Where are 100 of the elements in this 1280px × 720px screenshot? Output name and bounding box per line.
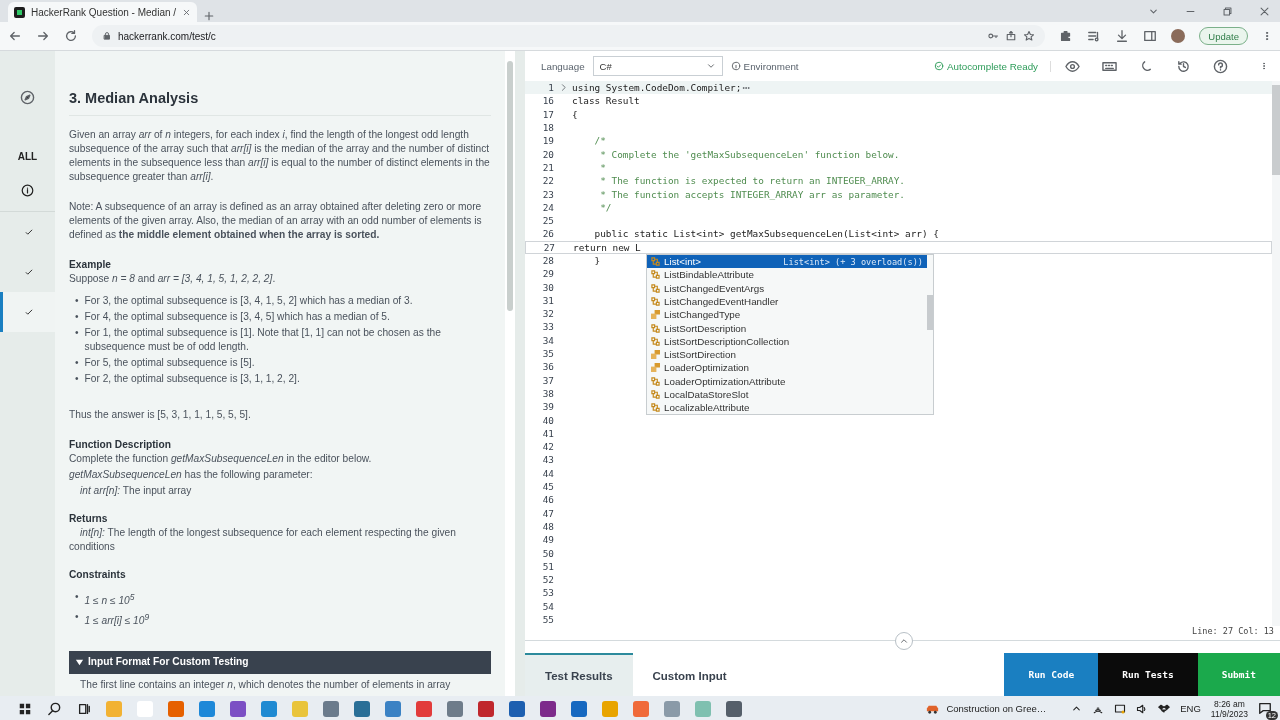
app-icon[interactable]	[726, 700, 742, 717]
app-icon[interactable]	[323, 700, 339, 717]
app-icon[interactable]	[385, 700, 401, 717]
all-questions-link[interactable]: ALL	[0, 137, 55, 176]
back-icon[interactable]	[8, 29, 22, 43]
line-number: 54	[541, 600, 554, 612]
bullet-marker: •	[75, 590, 79, 604]
app-icon[interactable]	[509, 700, 525, 717]
line-number: 20	[541, 148, 554, 160]
language-indicator[interactable]: ENG	[1180, 703, 1201, 714]
run-code-button[interactable]: Run Code	[1004, 653, 1099, 696]
sidebar-icon[interactable]	[1143, 29, 1158, 43]
forward-icon[interactable]	[36, 29, 50, 43]
bullet-item: For 1, the optimal subsequence is [1]. Note that [1, 1] can not be chosen as the subsequence must be of odd length.	[84, 326, 442, 354]
line-number: 36	[541, 361, 554, 373]
app-icon[interactable]	[230, 700, 246, 717]
update-button[interactable]: Update	[1199, 27, 1248, 45]
close-icon[interactable]	[1259, 5, 1270, 17]
bullet-item: 1 ≤ arr[i] ≤ 10$^{9}$	[84, 611, 150, 629]
scrollbar[interactable]	[1272, 85, 1280, 175]
line-number: 26	[541, 228, 554, 240]
suggestion-item[interactable]: ListChangedType	[647, 308, 927, 322]
search-icon[interactable]	[47, 701, 62, 716]
code-line: {	[572, 108, 578, 120]
moon-icon[interactable]	[1139, 58, 1154, 74]
suggestion-item[interactable]: LoaderOptimizationAttribute	[647, 374, 927, 388]
app-icon[interactable]	[540, 700, 556, 717]
app-icon[interactable]	[416, 700, 432, 717]
panel-tab[interactable]: Test Results	[525, 653, 633, 696]
suggestion-item[interactable]: ListSortDirection	[647, 347, 927, 362]
line-number: 28	[541, 255, 554, 266]
suggestion-item[interactable]: ListChangedEventHandler	[647, 294, 927, 309]
line-number: 17	[541, 108, 554, 120]
cursor-position: Line: 27 Col: 13	[1192, 626, 1274, 636]
playlist-icon[interactable]	[1087, 29, 1102, 43]
suggestion-item[interactable]: List<int> List<int> (+ 3 overload(s))	[647, 254, 927, 269]
suggestion-item[interactable]: LocalDataStoreSlot	[647, 387, 927, 402]
help-icon[interactable]	[1213, 58, 1228, 74]
new-tab-icon[interactable]	[203, 10, 216, 22]
class-icon	[651, 336, 660, 346]
language-select[interactable]: C#	[592, 56, 723, 76]
scrollbar[interactable]	[507, 61, 513, 311]
question-nav-item[interactable]	[0, 292, 55, 332]
suggestion-item[interactable]: LocalizableAttribute	[647, 401, 927, 415]
environment-link[interactable]: Environment	[730, 60, 799, 72]
weather-notification[interactable]: Construction on Gree…	[925, 701, 1047, 716]
suggestion-item[interactable]: ListSortDescriptionCollection	[647, 334, 927, 348]
chevron-up-icon	[899, 636, 909, 646]
star-icon[interactable]	[1023, 30, 1036, 42]
suggestion-item[interactable]: ListBindableAttribute	[647, 268, 927, 282]
eye-icon[interactable]	[1065, 58, 1080, 74]
history-icon[interactable]	[1176, 58, 1191, 74]
info-icon[interactable]	[21, 184, 34, 197]
bullet-marker: •	[75, 372, 79, 386]
clock[interactable]: 8:26 am 11/9/2023	[1210, 698, 1248, 719]
app-icon[interactable]	[354, 700, 370, 717]
restore-icon[interactable]	[1222, 5, 1233, 17]
address-bar[interactable]: hackerrank.com/test/c	[92, 25, 1046, 47]
app-icon[interactable]	[571, 700, 587, 717]
text-line: The first line contains an integer n, which denotes the number of elements in array	[79, 677, 452, 692]
app-icon[interactable]	[478, 700, 494, 717]
avatar[interactable]	[1171, 29, 1186, 43]
bullet-marker: •	[75, 356, 79, 370]
class-icon	[651, 323, 660, 333]
reload-icon[interactable]	[64, 29, 78, 43]
task-view-icon[interactable]	[77, 701, 91, 716]
class-icon	[651, 296, 660, 306]
section-toggle[interactable]: Input Format For Custom Testing	[69, 650, 491, 674]
download-icon[interactable]	[1115, 29, 1130, 43]
code-line: return new L	[573, 241, 641, 253]
line-number: 52	[541, 574, 554, 586]
app-icon[interactable]	[199, 700, 215, 717]
app-icon[interactable]	[261, 700, 277, 717]
run-tests-button[interactable]: Run Tests	[1098, 653, 1198, 696]
suggestion-item[interactable]: LoaderOptimization	[647, 361, 927, 375]
section-heading: Constraints	[69, 568, 127, 582]
app-icon[interactable]	[447, 700, 463, 717]
bullet-item: For 4, the optimal subsequence is [3, 4, 5] which has a median of 5.	[84, 310, 390, 324]
suggestion-item[interactable]: ListChangedEventArgs	[647, 281, 927, 295]
notifications-icon[interactable]	[1258, 700, 1272, 715]
line-number: 39	[541, 401, 554, 413]
line-number: 32	[541, 308, 554, 320]
browser-tab[interactable]: HackerRank Question - Median /	[8, 2, 198, 22]
line-number: 33	[541, 321, 554, 333]
line-number: 21	[541, 161, 554, 173]
close-icon[interactable]	[182, 7, 192, 17]
bullet-marker: •	[75, 310, 79, 324]
bullet-marker: •	[75, 326, 79, 340]
app-icon[interactable]	[168, 700, 184, 717]
line-number: 45	[541, 481, 554, 493]
code-comment: * The function is expected to return an INTEGER_ARRAY.	[599, 175, 905, 187]
line-number: 25	[541, 215, 554, 227]
code-line: using System.CodeDom.Compiler;	[572, 82, 742, 94]
scrollbar[interactable]	[927, 294, 933, 330]
enum-icon	[651, 310, 660, 320]
windows-icon[interactable]	[18, 701, 32, 716]
suggestion-item[interactable]: ListSortDescription	[647, 321, 927, 335]
compass-icon[interactable]	[20, 89, 35, 105]
share-icon[interactable]	[1005, 30, 1018, 42]
text-line: Suppose n = 8 and arr = [3, 4, 1, 5, 1, 2, 2, 2].	[69, 272, 277, 286]
